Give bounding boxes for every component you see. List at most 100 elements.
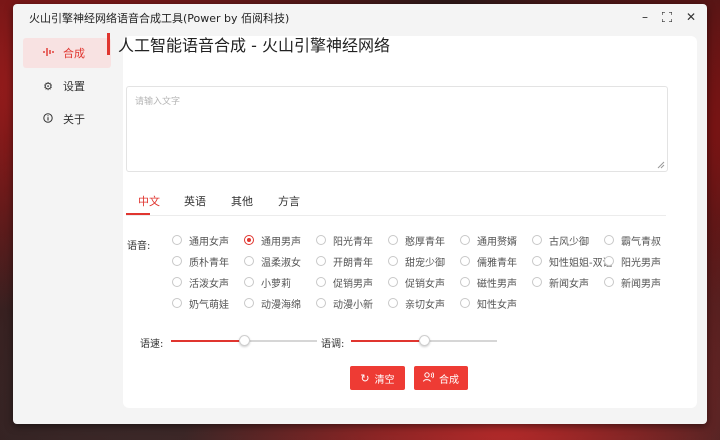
- voice-radio[interactable]: [604, 235, 614, 245]
- voice-radio[interactable]: [460, 298, 470, 308]
- tab-english[interactable]: 英语: [184, 193, 206, 209]
- voice-radio[interactable]: [244, 277, 254, 287]
- close-button[interactable]: ✕: [681, 8, 701, 26]
- speed-slider-handle[interactable]: [239, 335, 250, 346]
- voice-radio[interactable]: [604, 277, 614, 287]
- voice-option[interactable]: 阳光男声: [604, 254, 661, 269]
- voice-radio[interactable]: [388, 277, 398, 287]
- header-accent-bar: [107, 33, 110, 55]
- voice-option-label: 促销男声: [333, 278, 373, 290]
- voice-option[interactable]: 霸气青叔: [604, 233, 661, 248]
- voice-radio[interactable]: [172, 256, 182, 266]
- voice-option[interactable]: 小萝莉: [244, 275, 291, 290]
- voice-option[interactable]: 憨厚青年: [388, 233, 445, 248]
- voice-radio[interactable]: [604, 256, 614, 266]
- voice-option-label: 新闻女声: [549, 278, 589, 290]
- voice-option[interactable]: 动漫小新: [316, 296, 373, 311]
- tab-divider: [126, 215, 666, 216]
- person-voice-icon: [423, 371, 435, 385]
- voice-option[interactable]: 奶气萌娃: [172, 296, 229, 311]
- text-input[interactable]: 请输入文字: [126, 86, 668, 172]
- voice-option-label: 开朗青年: [333, 257, 373, 269]
- voice-option[interactable]: 儒雅青年: [460, 254, 517, 269]
- tab-other[interactable]: 其他: [231, 193, 253, 209]
- voice-radio[interactable]: [460, 256, 470, 266]
- voice-option-label: 通用男声: [261, 236, 301, 248]
- voice-option[interactable]: 促销女声: [388, 275, 445, 290]
- sidebar-item-label: 设置: [63, 80, 85, 93]
- voice-radio[interactable]: [532, 235, 542, 245]
- voice-option[interactable]: 知性女声: [460, 296, 517, 311]
- pitch-slider-handle[interactable]: [419, 335, 430, 346]
- voice-radio[interactable]: [388, 298, 398, 308]
- voice-option-label: 通用赘婿: [477, 236, 517, 248]
- voice-option[interactable]: 开朗青年: [316, 254, 373, 269]
- voice-radio[interactable]: [316, 256, 326, 266]
- voice-option[interactable]: 亲切女声: [388, 296, 445, 311]
- voice-label: 语音:: [127, 241, 151, 252]
- voice-option-label: 古风少御: [549, 236, 589, 248]
- voice-option[interactable]: 活泼女声: [172, 275, 229, 290]
- voice-option-label: 新闻男声: [621, 278, 661, 290]
- voice-radio[interactable]: [460, 235, 470, 245]
- voice-option-label: 霸气青叔: [621, 236, 661, 248]
- voice-option-label: 憨厚青年: [405, 236, 445, 248]
- voice-option-label: 动漫海绵: [261, 299, 301, 311]
- voice-radio[interactable]: [316, 298, 326, 308]
- voice-option[interactable]: 新闻女声: [532, 275, 589, 290]
- voice-radio[interactable]: [244, 235, 254, 245]
- voice-option[interactable]: 促销男声: [316, 275, 373, 290]
- voice-option-label: 亲切女声: [405, 299, 445, 311]
- voice-radio[interactable]: [244, 256, 254, 266]
- voice-radio[interactable]: [244, 298, 254, 308]
- voice-option[interactable]: 阳光青年: [316, 233, 373, 248]
- voice-option[interactable]: 磁性男声: [460, 275, 517, 290]
- voice-option[interactable]: 温柔淑女: [244, 254, 301, 269]
- voice-option[interactable]: 古风少御: [532, 233, 589, 248]
- voice-radio[interactable]: [388, 235, 398, 245]
- voice-option-label: 通用女声: [189, 236, 229, 248]
- refresh-icon: ↻: [360, 371, 370, 385]
- voice-option-label: 知性女声: [477, 299, 517, 311]
- voice-radio[interactable]: [532, 256, 542, 266]
- voice-option-label: 促销女声: [405, 278, 445, 290]
- sidebar-item-settings[interactable]: ⚙ 设置: [23, 71, 111, 101]
- voice-option[interactable]: 动漫海绵: [244, 296, 301, 311]
- title-bar[interactable]: 火山引擎神经网络语音合成工具(Power by 佰阅科技) – ✕: [13, 4, 707, 32]
- app-window: 火山引擎神经网络语音合成工具(Power by 佰阅科技) – ✕ 合成 ⚙ 设…: [13, 4, 707, 424]
- voice-radio[interactable]: [388, 256, 398, 266]
- resize-grip-icon[interactable]: [657, 161, 665, 169]
- voice-radio[interactable]: [460, 277, 470, 287]
- voice-radio[interactable]: [316, 235, 326, 245]
- voice-option[interactable]: 通用女声: [172, 233, 229, 248]
- voice-option-label: 儒雅青年: [477, 257, 517, 269]
- synthesize-button[interactable]: 合成: [414, 366, 468, 390]
- voice-radio[interactable]: [532, 277, 542, 287]
- voice-option[interactable]: 知性姐姐-双语: [532, 254, 613, 269]
- sidebar-item-synth[interactable]: 合成: [23, 38, 111, 68]
- maximize-button[interactable]: [657, 8, 677, 26]
- voice-option-label: 活泼女声: [189, 278, 229, 290]
- speed-slider-fill: [171, 340, 244, 342]
- voice-radio[interactable]: [316, 277, 326, 287]
- voice-radio[interactable]: [172, 298, 182, 308]
- tab-chinese[interactable]: 中文: [138, 193, 160, 209]
- voice-option[interactable]: 新闻男声: [604, 275, 661, 290]
- voice-option[interactable]: 质朴青年: [172, 254, 229, 269]
- voice-option[interactable]: 通用男声: [244, 233, 301, 248]
- voice-option-label: 甜宠少御: [405, 257, 445, 269]
- speed-slider[interactable]: [171, 335, 317, 346]
- voice-option-label: 温柔淑女: [261, 257, 301, 269]
- voice-radio[interactable]: [172, 235, 182, 245]
- info-icon: [41, 112, 55, 126]
- minimize-button[interactable]: –: [635, 8, 655, 26]
- voice-radio[interactable]: [172, 277, 182, 287]
- pitch-label: 语调:: [321, 339, 345, 350]
- clear-button[interactable]: ↻ 清空: [350, 366, 405, 390]
- tab-dialect[interactable]: 方言: [278, 193, 300, 209]
- voice-option[interactable]: 甜宠少御: [388, 254, 445, 269]
- pitch-slider[interactable]: [351, 335, 497, 346]
- voice-option[interactable]: 通用赘婿: [460, 233, 517, 248]
- sidebar: 合成 ⚙ 设置 关于: [23, 38, 111, 137]
- sidebar-item-about[interactable]: 关于: [23, 104, 111, 134]
